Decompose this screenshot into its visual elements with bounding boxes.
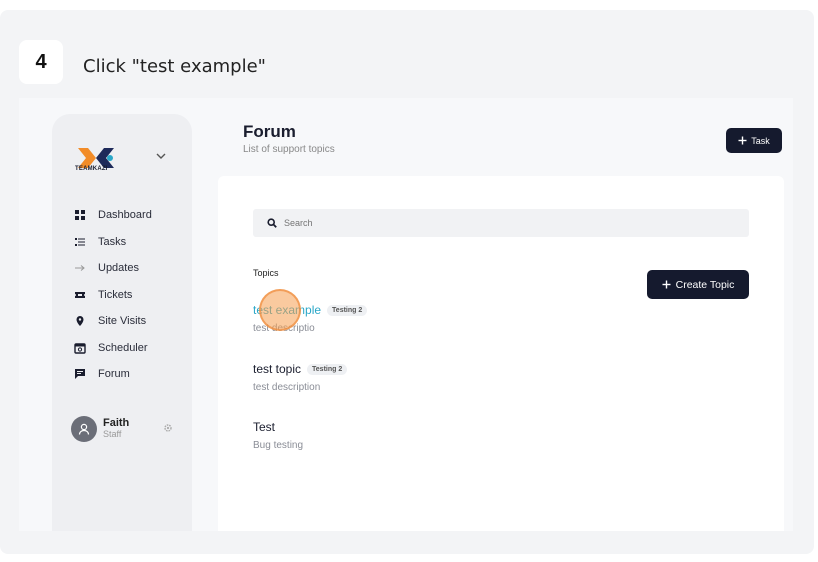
topic-title-link[interactable]: Test [253, 420, 275, 434]
logo-text: TEAMKAZI [75, 166, 108, 172]
step-number: 4 [19, 40, 63, 84]
list-item: Test Bug testing [253, 420, 303, 451]
plus-icon [738, 136, 747, 145]
arrow-right-icon [74, 262, 86, 274]
ticket-icon [74, 289, 86, 301]
sidebar-item-label: Forum [98, 368, 130, 381]
sidebar-item-label: Updates [98, 262, 139, 275]
sidebar-item-updates[interactable]: Updates [74, 255, 152, 282]
topics-heading: Topics [253, 268, 279, 278]
add-task-button[interactable]: Task [726, 128, 782, 153]
sidebar-item-forum[interactable]: Forum [74, 361, 152, 388]
sidebar: TEAMKAZI Dashboard Tasks Updates Tickets… [52, 114, 192, 531]
calendar-icon [74, 342, 86, 354]
app-screenshot: TEAMKAZI Dashboard Tasks Updates Tickets… [19, 98, 793, 531]
search-bar[interactable] [253, 209, 749, 237]
search-input[interactable] [284, 218, 724, 228]
user-name: Faith [103, 417, 130, 429]
dashboard-icon [74, 209, 86, 221]
sidebar-item-site-visits[interactable]: Site Visits [74, 308, 152, 335]
topic-description: test description [253, 382, 321, 393]
sidebar-item-label: Tasks [98, 235, 127, 248]
user-icon [78, 423, 90, 435]
sidebar-item-dashboard[interactable]: Dashboard [74, 202, 152, 229]
list-item: test example Testing 2 test descriptio [253, 303, 368, 334]
topic-title-link[interactable]: test example [253, 303, 321, 317]
list-item: test topic Testing 2 test description [253, 362, 348, 393]
chevron-down-icon[interactable] [156, 152, 166, 160]
teamkazi-logo [78, 148, 114, 168]
topic-description: test descriptio [253, 323, 315, 334]
forum-panel: Topics Create Topic test example Testing… [218, 176, 784, 531]
create-topic-label: Create Topic [675, 278, 735, 291]
user-role: Staff [103, 429, 122, 439]
sidebar-item-label: Dashboard [98, 209, 152, 222]
topic-description: Bug testing [253, 440, 304, 451]
chat-icon [74, 368, 86, 380]
task-button-label: Task [751, 135, 770, 146]
sidebar-item-tasks[interactable]: Tasks [74, 229, 152, 256]
page-subtitle: List of support topics [243, 144, 335, 155]
plus-icon [662, 280, 671, 289]
sidebar-item-label: Tickets [98, 288, 133, 301]
topic-title-link[interactable]: test topic [253, 362, 301, 376]
tasks-icon [74, 236, 86, 248]
topic-badge: Testing 2 [327, 304, 368, 316]
sidebar-item-tickets[interactable]: Tickets [74, 282, 152, 309]
sidebar-item-label: Scheduler [98, 341, 148, 354]
user-profile[interactable]: Faith Staff [71, 416, 129, 442]
topic-badge: Testing 2 [307, 363, 348, 375]
page-title: Forum [243, 122, 296, 141]
create-topic-button[interactable]: Create Topic [647, 270, 749, 299]
location-pin-icon [74, 315, 86, 327]
sidebar-nav: Dashboard Tasks Updates Tickets Site Vis… [74, 202, 152, 388]
gear-icon[interactable] [162, 422, 174, 434]
search-icon [267, 218, 277, 228]
step-instruction: Click "test example" [83, 56, 266, 77]
sidebar-item-scheduler[interactable]: Scheduler [74, 335, 152, 362]
avatar [71, 416, 97, 442]
sidebar-item-label: Site Visits [98, 315, 147, 328]
